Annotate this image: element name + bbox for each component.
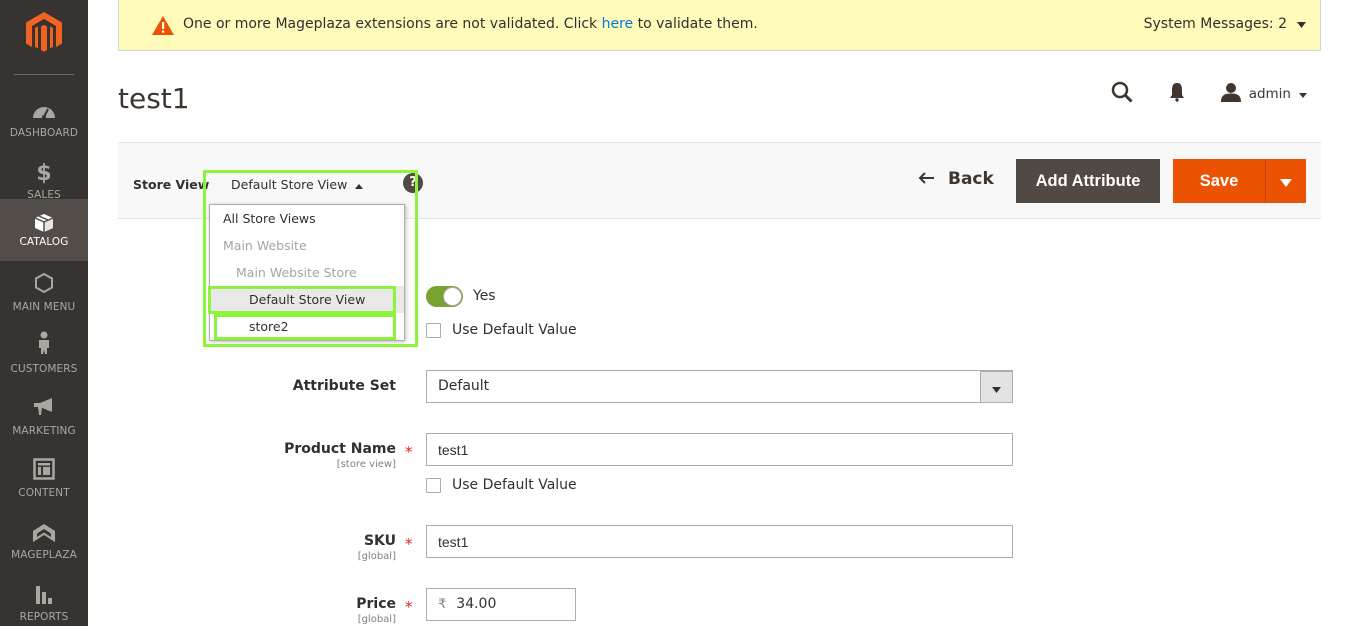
save-options-toggle[interactable] bbox=[1265, 159, 1306, 203]
store-view-switcher[interactable]: Default Store View bbox=[231, 177, 364, 192]
toggle-knob bbox=[443, 287, 462, 306]
bar-chart-icon bbox=[0, 582, 88, 604]
enable-use-default-label: Use Default Value bbox=[452, 322, 577, 338]
person-icon bbox=[0, 331, 88, 354]
sidebar-item-label: CUSTOMERS bbox=[10, 363, 78, 375]
back-label: Back bbox=[948, 169, 994, 189]
header-actions: admin bbox=[1111, 81, 1307, 107]
sidebar-item-reports[interactable]: REPORTS bbox=[0, 572, 88, 634]
sidebar-item-catalog[interactable]: CATALOG bbox=[0, 199, 88, 261]
product-name-use-default-checkbox[interactable] bbox=[426, 478, 441, 493]
caret-down-icon bbox=[1299, 86, 1307, 102]
sku-scope: [global] bbox=[357, 551, 396, 562]
dollar-icon: $ bbox=[36, 160, 52, 186]
required-marker: * bbox=[405, 535, 413, 553]
attribute-set-select[interactable]: Default bbox=[426, 370, 1013, 403]
admin-user-menu[interactable]: admin bbox=[1220, 82, 1307, 106]
sidebar-item-content[interactable]: CONTENT bbox=[0, 448, 88, 510]
admin-sidebar: DASHBOARD $ SALES CATALOG MAIN MENU CUST… bbox=[0, 0, 88, 626]
back-button[interactable]: Back bbox=[918, 169, 994, 189]
caret-down-icon bbox=[992, 378, 1001, 397]
sidebar-item-label: CATALOG bbox=[19, 236, 69, 248]
enable-use-default-checkbox[interactable] bbox=[426, 323, 441, 338]
sidebar-item-mageplaza[interactable]: MAGEPLAZA bbox=[0, 510, 88, 572]
sidebar-item-label: CONTENT bbox=[18, 487, 70, 499]
sidebar-item-label: MAGEPLAZA bbox=[11, 549, 77, 561]
warning-icon bbox=[152, 16, 174, 39]
store-option-all[interactable]: All Store Views bbox=[210, 205, 404, 232]
chevron-up-icon bbox=[0, 522, 88, 544]
system-messages-count: System Messages: 2 bbox=[1143, 16, 1287, 32]
megaphone-icon bbox=[0, 396, 88, 418]
magento-logo[interactable] bbox=[24, 12, 64, 54]
dashboard-gauge-icon bbox=[0, 100, 88, 122]
sidebar-item-main-menu[interactable]: MAIN MENU bbox=[0, 262, 88, 324]
message-text: One or more Mageplaza extensions are not… bbox=[183, 16, 758, 32]
required-marker: * bbox=[405, 443, 413, 461]
store-view-label: Store View bbox=[133, 177, 210, 192]
admin-username: admin bbox=[1248, 86, 1291, 102]
required-marker: * bbox=[405, 598, 413, 616]
sidebar-item-label: MARKETING bbox=[12, 425, 76, 437]
store-view-current: Default Store View bbox=[231, 177, 348, 192]
price-scope: [global] bbox=[357, 614, 396, 625]
save-button[interactable]: Save bbox=[1173, 159, 1265, 203]
message-text-before: One or more Mageplaza extensions are not… bbox=[183, 16, 602, 32]
store-group-main-website: Main Website bbox=[223, 238, 307, 253]
enable-product-toggle[interactable] bbox=[426, 286, 463, 307]
product-name-input[interactable] bbox=[426, 433, 1013, 466]
arrow-left-icon bbox=[918, 169, 934, 189]
caret-down-icon bbox=[1280, 172, 1292, 191]
enable-product-value: Yes bbox=[473, 288, 496, 304]
product-name-label: Product Name bbox=[284, 441, 396, 457]
price-input[interactable]: ₹ 34.00 bbox=[426, 588, 576, 621]
sidebar-divider bbox=[14, 74, 74, 75]
store-group-main-website-store: Main Website Store bbox=[236, 265, 357, 280]
price-value: 34.00 bbox=[456, 596, 497, 612]
sidebar-item-label: REPORTS bbox=[19, 611, 69, 623]
system-message-bar: One or more Mageplaza extensions are not… bbox=[118, 0, 1321, 51]
store-option-store2[interactable]: store2 bbox=[210, 313, 404, 340]
search-icon[interactable] bbox=[1111, 81, 1133, 107]
sidebar-item-marketing[interactable]: MARKETING bbox=[0, 386, 88, 448]
store-view-dropdown: All Store Views Main Website Main Websit… bbox=[209, 204, 405, 341]
product-name-scope: [store view] bbox=[336, 459, 396, 470]
product-name-use-default-label: Use Default Value bbox=[452, 477, 577, 493]
layout-icon bbox=[0, 458, 88, 480]
notifications-bell-icon[interactable] bbox=[1169, 82, 1185, 106]
sku-label: SKU bbox=[363, 533, 396, 549]
currency-symbol: ₹ bbox=[438, 597, 447, 612]
add-attribute-button[interactable]: Add Attribute bbox=[1016, 159, 1160, 203]
help-icon[interactable]: ? bbox=[403, 173, 423, 193]
box-icon bbox=[0, 212, 88, 234]
hexagon-icon bbox=[0, 272, 88, 294]
sidebar-item-label: MAIN MENU bbox=[12, 301, 76, 313]
attribute-set-dropdown-button[interactable] bbox=[980, 371, 1013, 403]
user-icon bbox=[1220, 82, 1241, 106]
sku-input[interactable] bbox=[426, 525, 1013, 558]
page-title: test1 bbox=[118, 82, 190, 115]
caret-down-icon bbox=[1297, 16, 1306, 32]
sidebar-item-label: DASHBOARD bbox=[9, 127, 79, 139]
caret-up-icon bbox=[355, 177, 364, 192]
message-text-after: to validate them. bbox=[633, 16, 758, 32]
sidebar-item-dashboard[interactable]: DASHBOARD bbox=[0, 88, 88, 150]
sidebar-item-customers[interactable]: CUSTOMERS bbox=[0, 324, 88, 386]
store-option-default[interactable]: Default Store View bbox=[210, 286, 404, 313]
validate-link[interactable]: here bbox=[602, 16, 634, 32]
attribute-set-label: Attribute Set bbox=[292, 378, 396, 394]
price-label: Price bbox=[356, 596, 396, 612]
system-messages-toggle[interactable]: System Messages: 2 bbox=[1144, 16, 1306, 32]
